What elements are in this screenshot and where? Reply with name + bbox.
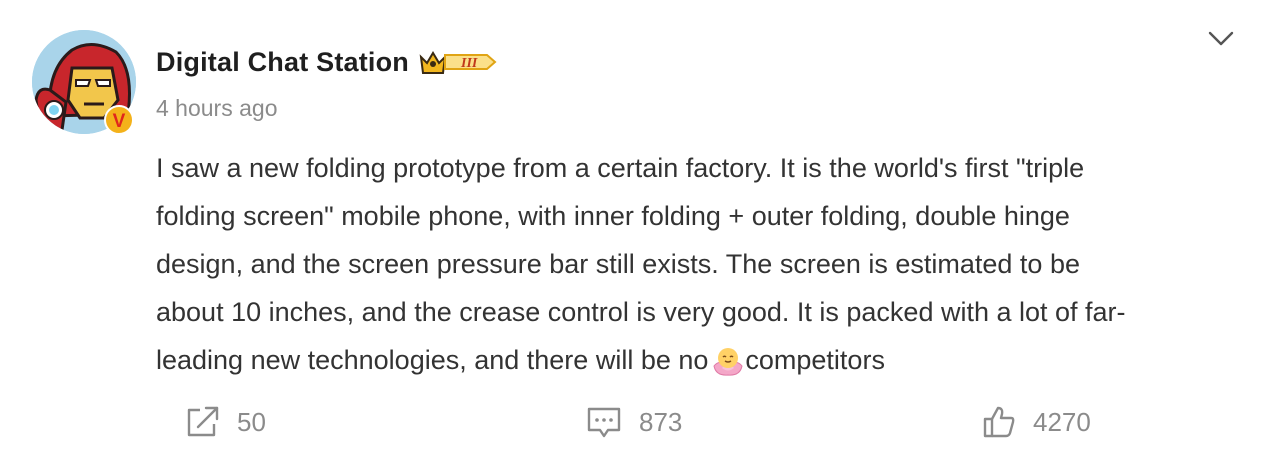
like-count: 4270 [1033, 406, 1091, 437]
share-icon [187, 406, 219, 437]
post-text-line: I saw a new folding prototype from a cer… [156, 153, 1085, 183]
thumbs-up-icon [983, 406, 1015, 438]
comment-icon [587, 407, 621, 438]
chevron-down-icon[interactable] [1206, 28, 1236, 50]
like-button[interactable]: 4270 [982, 400, 1091, 444]
rank-badge-label: III [460, 56, 478, 71]
lotus-emoji-icon [712, 343, 744, 391]
comment-button[interactable]: 873 [586, 400, 682, 444]
post-text-segment: competitors [745, 345, 885, 375]
repost-count: 50 [237, 406, 266, 437]
post-text-segment: leading new technologies, and there will… [156, 345, 709, 375]
post-text-line: design, and the screen pressure bar stil… [156, 249, 1080, 279]
post-timestamp[interactable]: 4 hours ago [156, 95, 277, 122]
crown-rank-icon[interactable]: III [419, 47, 497, 77]
comment-count: 873 [639, 406, 683, 437]
post-text-line-last: leading new technologies, and there will… [156, 336, 1246, 391]
author-name[interactable]: Digital Chat Station [156, 47, 409, 78]
post-text-line: about 10 inches, and the crease control … [156, 297, 1126, 327]
avatar[interactable]: V [32, 30, 136, 135]
post-text-line: folding screen" mobile phone, with inner… [156, 201, 1070, 231]
author-row: Digital Chat Station III [156, 44, 497, 80]
repost-button[interactable]: 50 [186, 400, 266, 444]
verified-badge: V [104, 105, 134, 135]
post-body: I saw a new folding prototype from a cer… [156, 144, 1246, 391]
